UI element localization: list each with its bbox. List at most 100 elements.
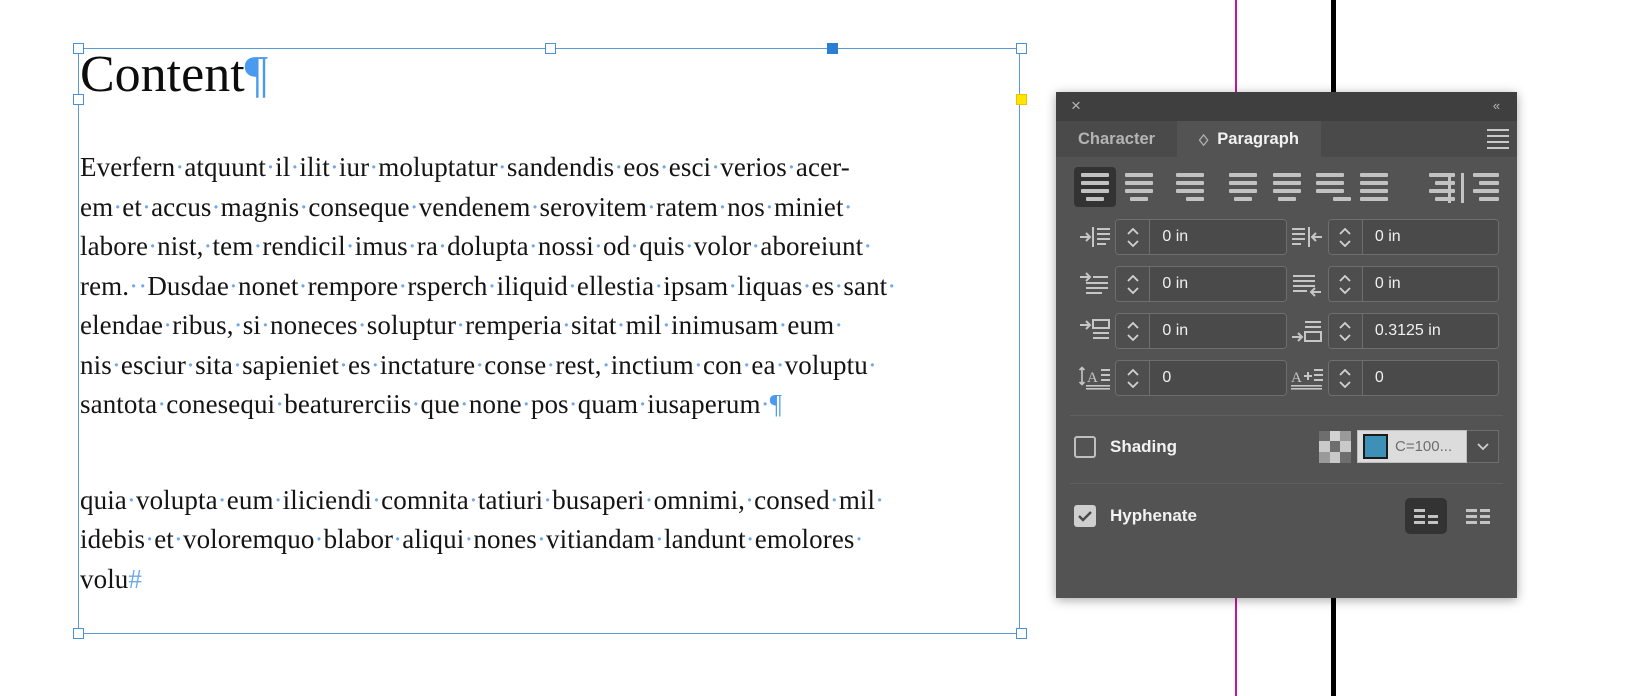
drop-cap-chars-value[interactable]: 0	[1362, 361, 1498, 395]
body-line: santota·conesequi·beaturerciis·que·none·…	[80, 389, 783, 419]
svg-text:A: A	[1087, 370, 1098, 386]
ignore-optical-margin-icon[interactable]	[1457, 498, 1499, 534]
left-indent-spinbox[interactable]: 0 in	[1115, 219, 1287, 255]
drop-cap-row: A 0 A 0	[1074, 360, 1499, 396]
pilcrow-mark: ¶	[244, 46, 269, 103]
first-line-left-indent-spinbox[interactable]: 0 in	[1115, 266, 1287, 302]
space-after-icon	[1287, 314, 1328, 348]
space-before-value[interactable]: 0 in	[1150, 314, 1286, 348]
svg-text:A: A	[1291, 370, 1302, 386]
spacing-row-1: 0 in 0.3125 in	[1074, 313, 1499, 349]
justify-all-lines-button[interactable]	[1353, 167, 1395, 207]
panel-titlebar[interactable]: × «	[1056, 92, 1517, 121]
space-before-stepper[interactable]	[1116, 314, 1151, 348]
drop-cap-chars-field[interactable]: A 0	[1287, 360, 1499, 396]
body-line: labore·nist,·tem·rendicil·imus·ra·dolupt…	[80, 231, 873, 261]
panel-tab-bar[interactable]: Character ◇ Paragraph	[1056, 121, 1517, 157]
right-indent-spinbox[interactable]: 0 in	[1327, 219, 1499, 255]
shading-row: Shading C=100...	[1056, 416, 1517, 477]
drop-cap-chars-icon: A	[1287, 361, 1328, 395]
space-after-field[interactable]: 0.3125 in	[1287, 313, 1499, 349]
last-line-right-indent-field[interactable]: 0 in	[1287, 266, 1499, 302]
space-after-spinbox[interactable]: 0.3125 in	[1327, 313, 1499, 349]
body-line: Everfern·atquunt·il·ilit·iur·moluptatur·…	[80, 152, 850, 182]
justify-last-line-center-button[interactable]	[1266, 167, 1308, 207]
tab-paragraph-label: Paragraph	[1217, 129, 1299, 148]
first-line-left-indent-value[interactable]: 0 in	[1150, 267, 1286, 301]
tab-character-label: Character	[1078, 129, 1156, 148]
heading-gap	[78, 106, 1024, 148]
align-center-button[interactable]	[1118, 167, 1160, 207]
document-heading: Content¶	[78, 44, 1024, 106]
first-line-left-indent-icon	[1074, 267, 1115, 301]
align-away-from-spine-button[interactable]	[1457, 167, 1500, 207]
align-towards-spine-button[interactable]	[1413, 167, 1456, 207]
left-indent-field[interactable]: 0 in	[1074, 219, 1287, 255]
body-line: quia·volupta·eum·iliciendi·comnita·tatiu…	[80, 484, 885, 515]
right-indent-value[interactable]: 0 in	[1362, 220, 1498, 254]
body-line: elendae·ribus,·si·noneces·soluptur·rempe…	[80, 310, 844, 340]
shading-checkbox[interactable]	[1074, 435, 1096, 458]
close-icon[interactable]: ×	[1066, 96, 1086, 116]
last-line-right-indent-value[interactable]: 0 in	[1362, 267, 1498, 301]
left-indent-icon	[1074, 220, 1115, 254]
paragraph-panel[interactable]: × « Character ◇ Paragraph 0 in 0 in 0 in…	[1056, 92, 1517, 598]
last-line-right-indent-stepper[interactable]	[1328, 267, 1363, 301]
tab-character[interactable]: Character	[1056, 121, 1178, 157]
tab-grip-icon: ◇	[1199, 130, 1209, 148]
shading-controls: C=100...	[1319, 430, 1499, 463]
body-line: nis·esciur·sita·sapieniet·es·inctature·c…	[80, 349, 877, 380]
align-left-button[interactable]	[1074, 167, 1116, 207]
align-right-button[interactable]	[1162, 167, 1204, 207]
document-text[interactable]: Content¶ Everfern·atquunt·il·ilit·iur·mo…	[78, 44, 1024, 599]
body-line: rem.··Dusdae·nonet·rempore·rsperch·iliqu…	[80, 270, 897, 301]
first-line-left-indent-field[interactable]: 0 in	[1074, 266, 1287, 302]
shading-color-chip	[1363, 434, 1388, 459]
space-after-value[interactable]: 0.3125 in	[1362, 314, 1498, 348]
last-line-right-indent-icon	[1287, 267, 1328, 301]
swatch-grid-icon[interactable]	[1319, 430, 1351, 463]
drop-cap-lines-spinbox[interactable]: 0	[1115, 360, 1287, 396]
drop-cap-lines-stepper[interactable]	[1116, 361, 1151, 395]
alignment-button-row[interactable]	[1056, 157, 1517, 215]
drop-cap-chars-stepper[interactable]	[1328, 361, 1363, 395]
heading-text: Content	[80, 46, 245, 103]
last-line-right-indent-spinbox[interactable]: 0 in	[1327, 266, 1499, 302]
body-line: volu#	[80, 563, 143, 594]
frame-handle-bottom-left[interactable]	[73, 628, 84, 639]
space-before-icon	[1074, 314, 1115, 348]
right-indent-icon	[1287, 220, 1328, 254]
tab-paragraph[interactable]: ◇ Paragraph	[1177, 121, 1321, 157]
drop-cap-lines-value[interactable]: 0	[1150, 361, 1286, 395]
panel-menu-icon[interactable]	[1487, 129, 1509, 149]
left-indent-value[interactable]: 0 in	[1150, 220, 1286, 254]
drop-cap-lines-icon: A	[1074, 361, 1115, 395]
shading-color-combo[interactable]: C=100...	[1357, 430, 1467, 463]
first-line-left-indent-stepper[interactable]	[1116, 267, 1151, 301]
text-out-port[interactable]	[1016, 628, 1027, 639]
drop-cap-chars-spinbox[interactable]: 0	[1327, 360, 1499, 396]
chevron-down-icon[interactable]	[1467, 430, 1499, 463]
left-indent-stepper[interactable]	[1116, 220, 1151, 254]
screen: Content¶ Everfern·atquunt·il·ilit·iur·mo…	[0, 0, 1634, 696]
justify-last-line-right-button[interactable]	[1309, 167, 1352, 207]
right-indent-stepper[interactable]	[1328, 220, 1363, 254]
hyphenate-checkbox[interactable]	[1074, 505, 1096, 527]
panel-body: 0 in 0 in 0 in 0 in 0 in 0.3125 in A 0 A…	[1056, 157, 1517, 548]
body-line: em·et·accus·magnis·conseque·vendenem·ser…	[80, 191, 853, 222]
space-before-spinbox[interactable]: 0 in	[1115, 313, 1287, 349]
indent-fields-grid: 0 in 0 in 0 in 0 in 0 in 0.3125 in A 0 A…	[1056, 215, 1517, 409]
hyphenate-label: Hyphenate	[1110, 506, 1197, 525]
space-after-stepper[interactable]	[1328, 314, 1363, 348]
balance-ragged-lines-icon[interactable]	[1405, 498, 1447, 534]
drop-cap-lines-field[interactable]: A 0	[1074, 360, 1287, 396]
body-paragraph-1: Everfern·atquunt·il·ilit·iur·moluptatur·…	[78, 148, 1024, 425]
justify-last-line-left-button[interactable]	[1222, 167, 1264, 207]
space-before-field[interactable]: 0 in	[1074, 313, 1287, 349]
shading-label: Shading	[1110, 436, 1178, 456]
right-indent-field[interactable]: 0 in	[1287, 219, 1499, 255]
indent-row-1: 0 in 0 in	[1074, 219, 1499, 255]
collapse-panel-icon[interactable]: «	[1485, 96, 1507, 116]
hyphenate-row: Hyphenate	[1056, 484, 1517, 548]
